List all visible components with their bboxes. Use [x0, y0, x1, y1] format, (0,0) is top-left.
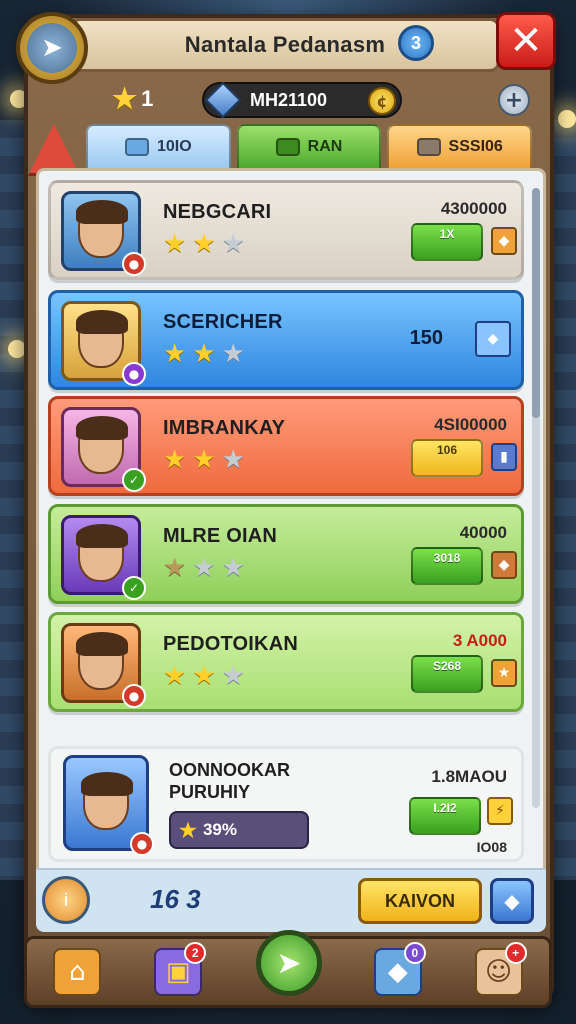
- primary-action-button[interactable]: KAIVON: [358, 878, 482, 924]
- tab-2[interactable]: RAN: [236, 124, 382, 170]
- buy-button[interactable]: 106: [411, 439, 483, 477]
- gem-icon: [124, 138, 149, 156]
- avatar: ●: [63, 755, 154, 856]
- promo-card[interactable]: ● OONNOOKAR PURUHIY ★ 39% 1.8MAOU I.2I2 …: [48, 746, 524, 862]
- gem-resource: MH21100 ¢: [202, 81, 402, 119]
- tab-label: SSSI06: [448, 138, 503, 155]
- paper-plane-icon: ➤: [27, 23, 77, 73]
- upgrade-icon[interactable]: ★: [491, 659, 517, 687]
- tab-bar: 10IO RAN SSSI06: [86, 124, 533, 170]
- item-count: 16 3: [150, 884, 201, 914]
- home-icon[interactable]: ⌂: [53, 948, 102, 996]
- rank-badge: ✓: [122, 576, 146, 600]
- avatar: ●: [61, 301, 146, 386]
- star-rating: ★ ★ ★: [163, 661, 245, 691]
- gem-icon: [204, 81, 242, 119]
- gem-icon[interactable]: ◆: [475, 321, 511, 357]
- rank-badge: ●: [130, 832, 154, 856]
- rank-badge: ●: [122, 684, 146, 708]
- add-resource-button[interactable]: +: [498, 84, 530, 116]
- notification-badge: 2: [184, 942, 207, 964]
- info-button[interactable]: i: [42, 876, 90, 924]
- hero-price: 40000: [459, 523, 507, 542]
- tab-1[interactable]: 10IO: [86, 124, 231, 170]
- star-count: 1: [141, 85, 154, 111]
- promo-name-line-1: OONNOOKAR: [169, 760, 290, 780]
- secondary-action-button[interactable]: ◆: [490, 878, 534, 924]
- upgrade-icon[interactable]: ◆: [491, 227, 517, 255]
- avatar: ●: [61, 623, 146, 708]
- star-resource: ★ 1: [112, 82, 153, 115]
- buy-button[interactable]: 3018: [411, 547, 483, 585]
- buy-button[interactable]: I.2I2: [409, 797, 481, 835]
- tab-3[interactable]: SSSI06: [387, 124, 533, 170]
- hero-card[interactable]: ✓ MLRE OIAN ★ ★ ★ 40000 3018 ◆: [48, 504, 524, 604]
- upgrade-icon[interactable]: ◆: [491, 551, 517, 579]
- stadium-light: [558, 110, 576, 128]
- hero-card[interactable]: ✓ IMBRANKAY ★ ★ ★ 4SI00000 106 ▮: [48, 396, 524, 496]
- star-rating: ★ ★ ★: [163, 339, 245, 369]
- avatar: ✓: [61, 515, 146, 600]
- crate-icon: [416, 138, 441, 156]
- hero-price: 150: [409, 327, 443, 349]
- promo-name-line-2: PURUHIY: [169, 782, 251, 802]
- chest-icon[interactable]: ▣ 2: [154, 942, 207, 996]
- bolt-icon: ⚡: [487, 797, 513, 825]
- notification-badge: 0: [403, 942, 426, 964]
- page-title: Nantala Pedanasm: [184, 32, 386, 57]
- hero-card[interactable]: ● NEBGCARI ★ ★ ★ 4300000 1X ◆: [48, 180, 524, 280]
- buy-button[interactable]: S268: [411, 655, 483, 693]
- avatar: ✓: [61, 407, 146, 492]
- hero-name: PEDOTOIKAN: [163, 633, 298, 655]
- rank-badge: ●: [122, 362, 146, 386]
- arrow-icon[interactable]: ➤: [256, 930, 322, 996]
- coin-icon: ¢: [368, 87, 396, 115]
- upgrade-icon[interactable]: ▮: [491, 443, 517, 471]
- hero-card[interactable]: ● SCERICHER ★ ★ ★ 150 ◆: [48, 290, 524, 390]
- close-button[interactable]: ✕: [496, 12, 556, 70]
- game-screen: Nantala Pedanasm 3 ✕ ➤ ★ 1 MH21100 ¢ + 1…: [0, 0, 576, 1024]
- rank-badge: ●: [122, 252, 146, 276]
- tab-label: 10IO: [156, 138, 192, 155]
- buy-button[interactable]: 1X: [411, 223, 483, 261]
- hero-name: SCERICHER: [163, 311, 283, 333]
- star-rating: ★ ★ ★: [163, 445, 245, 475]
- hero-name: MLRE OIAN: [163, 525, 278, 547]
- promo-price: 1.8MAOU: [431, 767, 507, 786]
- hero-name: NEBGCARI: [163, 201, 272, 223]
- hero-price: 4SI00000: [434, 415, 507, 434]
- promo-progress-value: 39%: [202, 820, 237, 839]
- gem-count: MH21100: [250, 89, 328, 110]
- promo-subtext: IO08: [476, 839, 507, 855]
- promo-name: OONNOOKAR PURUHIY: [169, 759, 290, 803]
- notification-badge: +: [504, 942, 527, 964]
- hero-price: 4300000: [440, 199, 507, 218]
- rank-badge: ✓: [122, 468, 146, 492]
- star-icon: ★: [179, 819, 197, 842]
- scroll-thumb[interactable]: [532, 188, 540, 418]
- arrow-icon: [275, 138, 300, 156]
- avatar-icon[interactable]: ☺ +: [474, 942, 527, 996]
- star-rating: ★ ★ ★: [163, 553, 245, 583]
- tab-label: RAN: [307, 138, 343, 155]
- hero-card[interactable]: ● PEDOTOIKAN ★ ★ ★ 3 A000 S268 ★: [48, 612, 524, 712]
- star-rating: ★ ★ ★: [163, 229, 245, 259]
- cube-icon[interactable]: ◆ 0: [373, 942, 426, 996]
- hero-name: IMBRANKAY: [163, 417, 286, 439]
- star-icon: ★: [112, 83, 138, 114]
- avatar: ●: [61, 191, 146, 276]
- scrollbar[interactable]: [532, 188, 540, 808]
- level-badge: 3: [398, 25, 434, 61]
- promo-progress: ★ 39%: [169, 811, 309, 849]
- hero-price: 3 A000: [452, 631, 507, 650]
- nav-button[interactable]: ➤: [16, 12, 88, 84]
- title-bar: Nantala Pedanasm: [70, 18, 500, 72]
